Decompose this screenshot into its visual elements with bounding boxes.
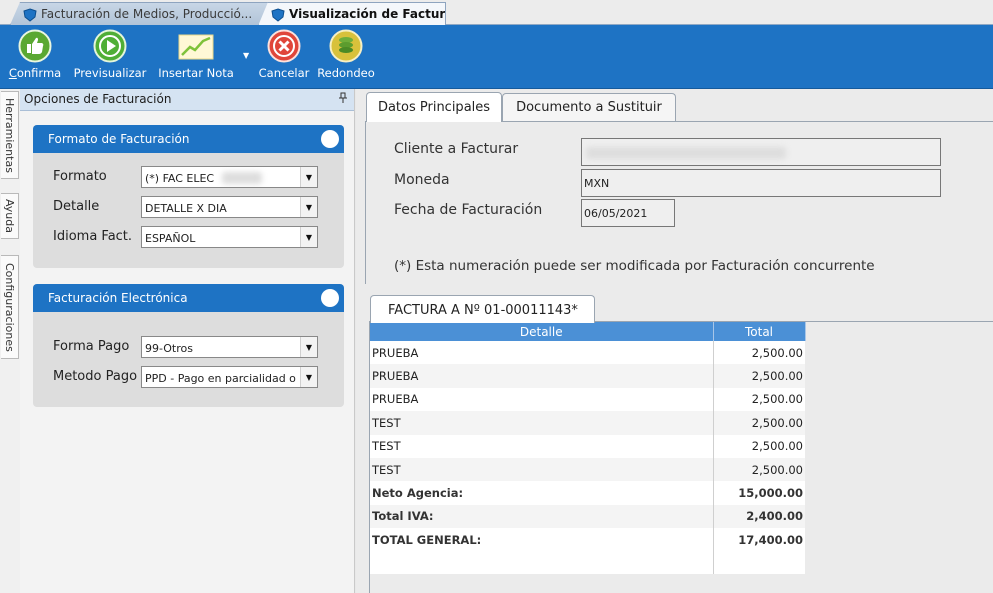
tab-datos-principales[interactable]: Datos Principales [366,92,502,122]
facturacion-electronica-group: Facturación Electrónica Forma Pago 99-Ot… [33,284,344,407]
formato-select[interactable]: (*) FAC ELEC ▼ [141,166,318,188]
concurrency-note: (*) Esta numeración puede ser modificada… [394,258,875,274]
metodo-pago-value: PPD - Pago en parcialidad o [145,372,296,385]
insertar-nota-button[interactable]: Insertar Nota [156,29,236,85]
invoice-grid-container: Detalle Total PRUEBA 2,500.00 PRUEBA 2,5… [369,321,993,593]
tab-visualizacion-factura[interactable]: Visualización de Factura [258,2,446,26]
main-content-area: Datos Principales Documento a Sustituir … [356,89,993,593]
detalle-value: DETALLE X DIA [145,202,227,215]
forma-pago-label: Forma Pago [53,339,130,354]
tab-facturacion-medios[interactable]: Facturación de Medios, Producció... [10,2,270,25]
table-row[interactable]: PRUEBA 2,500.00 [370,387,805,412]
tab-documento-sustituir[interactable]: Documento a Sustituir [502,93,676,121]
previsualizar-label: Previsualizar [73,66,147,80]
formato-row: Formato (*) FAC ELEC ▼ [33,166,344,190]
metodo-pago-label: Metodo Pago [53,369,138,384]
chevron-down-icon[interactable]: ▼ [300,167,317,187]
fecha-label: Fecha de Facturación [394,202,543,218]
moneda-field[interactable]: MXN [581,169,941,197]
thumbs-up-icon [18,29,52,63]
forma-pago-value: 99-Otros [145,342,193,355]
collapse-toggle-icon[interactable] [321,289,339,307]
cancelar-label: Cancelar [258,66,310,80]
collapse-toggle-icon[interactable] [321,130,339,148]
side-tab-herramientas[interactable]: Herramientas [1,91,19,179]
formato-label: Formato [53,169,107,184]
detalle-row: Detalle DETALLE X DIA ▼ [33,196,344,220]
detalle-label: Detalle [53,199,100,214]
summary-row-total: TOTAL GENERAL: 17,400.00 [370,528,805,552]
redacted-blur [586,147,786,159]
idioma-row: Idioma Fact. ESPAÑOL ▼ [33,226,344,250]
insertar-nota-label: Insertar Nota [158,66,234,80]
cliente-label: Cliente a Facturar [394,141,519,157]
summary-row-neto: Neto Agencia: 15,000.00 [370,481,805,505]
grid-header-row: Detalle Total [370,322,806,341]
panel-title: Opciones de Facturación [24,92,172,106]
redacted-blur [222,172,262,184]
table-row[interactable]: PRUEBA 2,500.00 [370,341,805,365]
fecha-field[interactable]: 06/05/2021 [581,199,675,227]
forma-pago-row: Forma Pago 99-Otros ▼ [33,336,344,360]
idioma-label: Idioma Fact. [53,229,133,244]
chevron-down-icon[interactable]: ▼ [300,227,317,247]
moneda-label: Moneda [394,172,450,188]
app-shield-icon [271,8,285,22]
invoice-grid: Detalle Total PRUEBA 2,500.00 PRUEBA 2,5… [370,322,806,574]
cancelar-button[interactable]: Cancelar [254,29,314,85]
metodo-pago-row: Metodo Pago PPD - Pago en parcialidad o … [33,366,344,390]
ribbon-toolbar: Confirma Previsualizar Insertar Nota ▼ C… [0,25,993,89]
confirma-button[interactable]: Confirma [6,29,64,85]
group-header: Formato de Facturación [33,125,344,153]
chart-note-icon [178,34,214,60]
table-row[interactable]: TEST 2,500.00 [370,457,805,482]
previsualizar-button[interactable]: Previsualizar [72,29,148,85]
pin-icon[interactable] [338,92,348,104]
opciones-facturacion-panel: Opciones de Facturación Formato de Factu… [20,89,355,593]
formato-value: (*) FAC ELEC [145,172,215,185]
confirma-rest: onfirma [16,66,62,80]
side-tab-ayuda[interactable]: Ayuda [1,193,19,239]
empty-row [370,551,805,574]
side-tab-strip: Herramientas Ayuda Configuraciones [0,89,20,593]
column-header-total[interactable]: Total [713,322,806,341]
tab-label: Facturación de Medios, Producció... [41,7,253,21]
cancel-x-icon [267,29,301,63]
detalle-select[interactable]: DETALLE X DIA ▼ [141,196,318,218]
app-shield-icon [23,8,37,22]
metodo-pago-select[interactable]: PPD - Pago en parcialidad o ▼ [141,366,318,388]
tab-factura-number[interactable]: FACTURA A Nº 01-00011143* [370,295,595,323]
side-tab-configuraciones[interactable]: Configuraciones [1,255,19,359]
redondeo-label: Redondeo [317,66,375,80]
panel-header: Opciones de Facturación [20,89,354,111]
group-header: Facturación Electrónica [33,284,344,312]
table-row[interactable]: TEST 2,500.00 [370,434,805,458]
chevron-down-icon[interactable]: ▼ [300,337,317,357]
chevron-down-icon[interactable]: ▼ [300,367,317,387]
column-header-detalle[interactable]: Detalle [370,322,714,341]
idioma-select[interactable]: ESPAÑOL ▼ [141,226,318,248]
table-row[interactable]: PRUEBA 2,500.00 [370,364,805,388]
formato-facturacion-group: Formato de Facturación Formato (*) FAC E… [33,125,344,268]
insertar-nota-dropdown-arrow[interactable]: ▼ [243,51,249,60]
idioma-value: ESPAÑOL [145,232,196,245]
forma-pago-select[interactable]: 99-Otros ▼ [141,336,318,358]
table-row[interactable]: TEST 2,500.00 [370,411,805,435]
document-tab-strip: Facturación de Medios, Producció... Visu… [0,0,993,26]
redondeo-button[interactable]: Redondeo [317,29,375,85]
summary-row-iva: Total IVA: 2,400.00 [370,504,805,529]
chevron-down-icon[interactable]: ▼ [300,197,317,217]
cliente-field[interactable] [581,138,941,166]
tab-label: Visualización de Factura [289,7,446,21]
coins-icon [329,29,363,63]
play-icon [93,29,127,63]
